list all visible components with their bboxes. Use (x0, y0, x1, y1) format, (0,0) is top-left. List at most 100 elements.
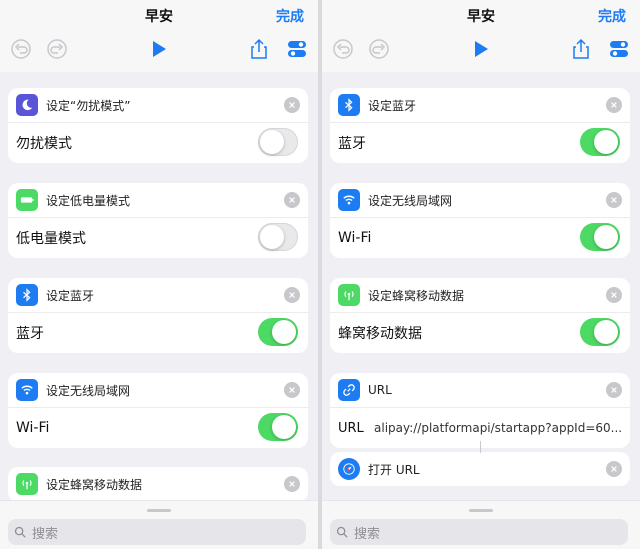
done-button[interactable]: 完成 (276, 6, 304, 26)
card-title: 设定蜂窝移动数据 (46, 477, 143, 492)
moon-icon (16, 94, 38, 116)
action-card-cellular[interactable]: 设定蜂窝移动数据 (8, 467, 308, 502)
wifi-toggle[interactable] (580, 223, 620, 251)
close-icon[interactable] (606, 97, 622, 113)
card-header: 设定无线局域网 (330, 183, 630, 218)
sheet-grabber[interactable] (469, 509, 493, 512)
row-label: 蜂窝移动数据 (338, 326, 422, 342)
undo-icon[interactable] (10, 38, 32, 60)
action-card-dnd[interactable]: 设定“勿扰模式” 勿扰模式 (8, 88, 308, 163)
card-title: 设定蓝牙 (46, 288, 95, 303)
link-icon (338, 379, 360, 401)
card-title: 设定低电量模式 (46, 193, 131, 208)
row-label: 蓝牙 (16, 326, 44, 342)
action-card-low-power[interactable]: 设定低电量模式 低电量模式 (8, 183, 308, 258)
sheet-grabber[interactable] (147, 509, 171, 512)
cellular-icon (16, 473, 38, 495)
cellular-toggle[interactable] (580, 318, 620, 346)
card-title: URL (368, 383, 392, 397)
close-icon[interactable] (606, 382, 622, 398)
action-card-cellular[interactable]: 设定蜂窝移动数据 蜂窝移动数据 (330, 278, 630, 353)
close-icon[interactable] (284, 287, 300, 303)
play-icon[interactable] (148, 38, 170, 60)
shortcut-editor-left: 早安 完成 设定“勿扰模式” 勿扰模式 设定低电量模式 低电量模式 设定蓝牙 蓝… (0, 0, 318, 549)
action-card-wifi[interactable]: 设定无线局域网 Wi-Fi (330, 183, 630, 258)
card-header: 设定无线局域网 (8, 373, 308, 408)
card-header: 设定低电量模式 (8, 183, 308, 218)
search-placeholder: 搜索 (32, 526, 59, 542)
battery-icon (16, 189, 38, 211)
card-row: 勿扰模式 (8, 123, 308, 163)
card-row: 蓝牙 (8, 313, 308, 353)
card-header: URL (330, 373, 630, 408)
card-title: 设定无线局域网 (46, 383, 131, 398)
card-row: 低电量模式 (8, 218, 308, 258)
redo-icon[interactable] (368, 38, 390, 60)
close-icon[interactable] (284, 382, 300, 398)
action-card-open-url[interactable]: 打开 URL (330, 452, 630, 486)
card-header: 打开 URL (330, 452, 630, 486)
action-card-bluetooth[interactable]: 设定蓝牙 蓝牙 (8, 278, 308, 353)
dual-screenshot: 早安 完成 设定“勿扰模式” 勿扰模式 设定低电量模式 低电量模式 设定蓝牙 蓝… (0, 0, 640, 549)
bluetooth-icon (338, 94, 360, 116)
url-field[interactable]: alipay://platformapi/startapp?appId=60..… (374, 421, 622, 435)
card-row: Wi-Fi (8, 408, 308, 448)
wifi-icon (16, 379, 38, 401)
share-icon[interactable] (570, 38, 592, 60)
row-label: Wi-Fi (338, 230, 372, 246)
undo-icon[interactable] (332, 38, 354, 60)
url-label: URL (338, 420, 364, 436)
safari-icon (338, 458, 360, 480)
card-header: 设定蓝牙 (330, 88, 630, 123)
card-row: 蓝牙 (330, 123, 630, 163)
close-icon[interactable] (606, 287, 622, 303)
close-icon[interactable] (284, 476, 300, 492)
card-title: 设定蜂窝移动数据 (368, 288, 465, 303)
row-label: 勿扰模式 (16, 136, 72, 152)
card-title: 设定“勿扰模式” (46, 98, 131, 113)
card-header: 设定蓝牙 (8, 278, 308, 313)
bottom-sheet: 搜索 (322, 500, 640, 549)
bluetooth-toggle[interactable] (580, 128, 620, 156)
action-card-bluetooth[interactable]: 设定蓝牙 蓝牙 (330, 88, 630, 163)
bottom-sheet: 搜索 (0, 500, 318, 549)
search-input[interactable]: 搜索 (330, 519, 628, 545)
close-icon[interactable] (606, 192, 622, 208)
low-power-toggle[interactable] (258, 223, 298, 251)
cellular-icon (338, 284, 360, 306)
page-title: 早安 (467, 9, 495, 25)
bluetooth-icon (16, 284, 38, 306)
settings-toggle-icon[interactable] (608, 38, 630, 60)
card-header: 设定“勿扰模式” (8, 88, 308, 123)
nav-bar: 早安 完成 (322, 0, 640, 72)
settings-toggle-icon[interactable] (286, 38, 308, 60)
done-button[interactable]: 完成 (598, 6, 626, 26)
bluetooth-toggle[interactable] (258, 318, 298, 346)
close-icon[interactable] (606, 461, 622, 477)
card-row: Wi-Fi (330, 218, 630, 258)
page-title: 早安 (145, 9, 173, 25)
search-icon (14, 526, 26, 538)
action-card-url[interactable]: URL URL alipay://platformapi/startapp?ap… (330, 373, 630, 448)
card-title: 设定无线局域网 (368, 193, 453, 208)
action-card-wifi[interactable]: 设定无线局域网 Wi-Fi (8, 373, 308, 448)
wifi-toggle[interactable] (258, 413, 298, 441)
card-header: 设定蜂窝移动数据 (8, 467, 308, 502)
share-icon[interactable] (248, 38, 270, 60)
close-icon[interactable] (284, 192, 300, 208)
search-icon (336, 526, 348, 538)
row-label: Wi-Fi (16, 420, 50, 436)
wifi-icon (338, 189, 360, 211)
close-icon[interactable] (284, 97, 300, 113)
search-placeholder: 搜索 (354, 526, 381, 542)
row-label: 低电量模式 (16, 231, 86, 247)
play-icon[interactable] (470, 38, 492, 60)
card-row: 蜂窝移动数据 (330, 313, 630, 353)
search-input[interactable]: 搜索 (8, 519, 306, 545)
redo-icon[interactable] (46, 38, 68, 60)
nav-bar: 早安 完成 (0, 0, 318, 72)
card-header: 设定蜂窝移动数据 (330, 278, 630, 313)
dnd-toggle[interactable] (258, 128, 298, 156)
card-title: 打开 URL (368, 462, 420, 477)
card-title: 设定蓝牙 (368, 98, 417, 113)
